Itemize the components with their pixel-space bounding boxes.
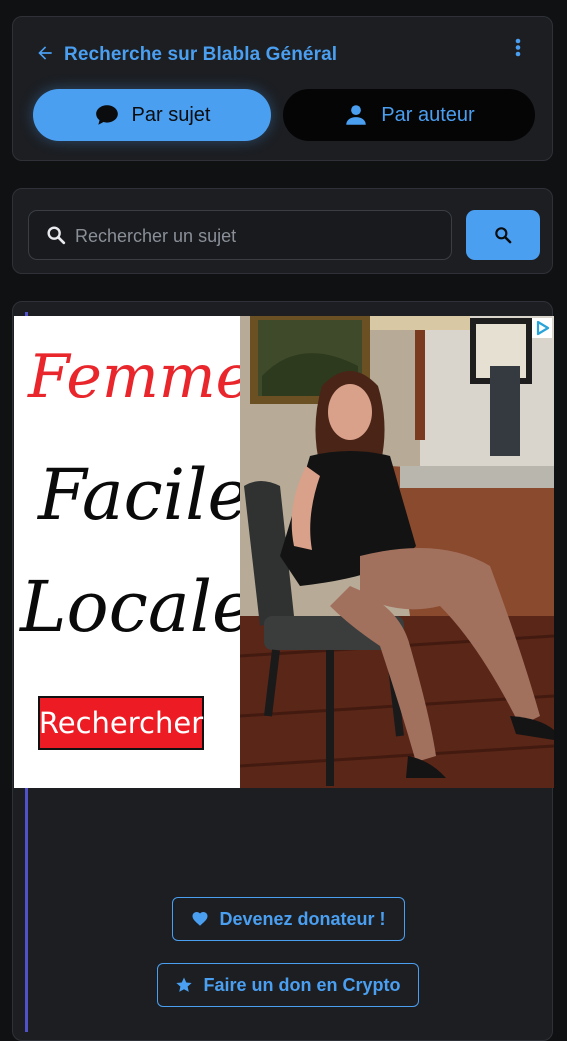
ad-headline-word: Locale <box>20 566 254 648</box>
crypto-donation-button[interactable]: Faire un don en Crypto <box>157 963 419 1007</box>
search-input[interactable] <box>73 211 447 261</box>
tab-label: Par auteur <box>381 103 475 126</box>
ad-cta-button[interactable]: Rechercher <box>38 696 204 750</box>
search-field[interactable] <box>28 210 452 261</box>
search-card <box>12 188 553 274</box>
person-icon <box>346 105 367 125</box>
become-donor-button[interactable]: Devenez donateur ! <box>172 897 405 941</box>
donor-label: Devenez donateur ! <box>219 908 386 929</box>
adchoices-icon[interactable] <box>532 318 552 338</box>
ad-text-panel: Femme Facile Locale Rechercher <box>14 316 253 788</box>
crypto-label: Faire un don en Crypto <box>203 974 401 995</box>
star-icon <box>176 977 193 992</box>
back-arrow-icon[interactable] <box>35 43 55 63</box>
search-button[interactable] <box>466 210 540 260</box>
chat-bubble-icon <box>95 105 118 125</box>
heart-icon <box>192 911 208 926</box>
more-options-icon[interactable] <box>508 35 528 59</box>
ad-headline-word: Femme <box>28 342 252 412</box>
search-icon <box>495 227 512 244</box>
search-icon <box>47 226 66 245</box>
tab-by-subject[interactable]: Par sujet <box>33 89 271 141</box>
advertisement-banner[interactable]: Femme Facile Locale Rechercher <box>14 316 554 788</box>
ad-photo <box>240 316 554 788</box>
search-header-card: Recherche sur Blabla Général Par sujet P… <box>12 16 553 161</box>
tab-by-author[interactable]: Par auteur <box>283 89 535 141</box>
page-title: Recherche sur Blabla Général <box>64 44 338 65</box>
tab-label: Par sujet <box>131 103 211 126</box>
ad-headline-word: Facile <box>38 454 249 536</box>
